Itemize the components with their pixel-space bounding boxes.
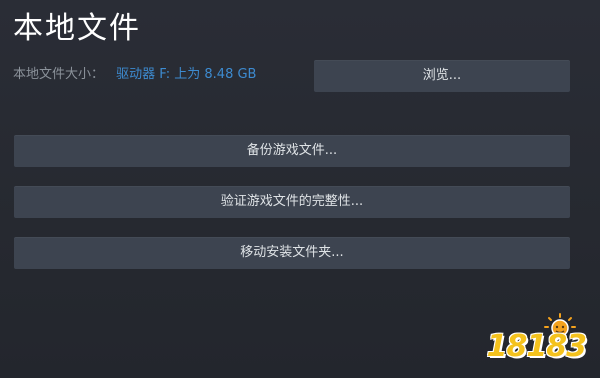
browse-button[interactable]: 浏览... bbox=[314, 60, 570, 92]
move-install-folder-button[interactable]: 移动安装文件夹... bbox=[14, 237, 570, 269]
verify-integrity-button[interactable]: 验证游戏文件的完整性... bbox=[14, 186, 570, 218]
watermark-text: 18183 bbox=[486, 329, 587, 364]
local-file-size-row: 本地文件大小： 驱动器 F: 上为 8.48 GB bbox=[13, 66, 256, 84]
local-file-size-label: 本地文件大小： bbox=[13, 67, 105, 82]
local-file-size-value[interactable]: 驱动器 F: 上为 8.48 GB bbox=[116, 67, 256, 82]
local-files-panel: 本地文件 本地文件大小： 驱动器 F: 上为 8.48 GB 浏览... 备份游… bbox=[0, 0, 600, 378]
watermark-logo: 18183 bbox=[486, 312, 587, 364]
page-title: 本地文件 bbox=[13, 11, 141, 46]
backup-game-files-button[interactable]: 备份游戏文件... bbox=[14, 135, 570, 167]
